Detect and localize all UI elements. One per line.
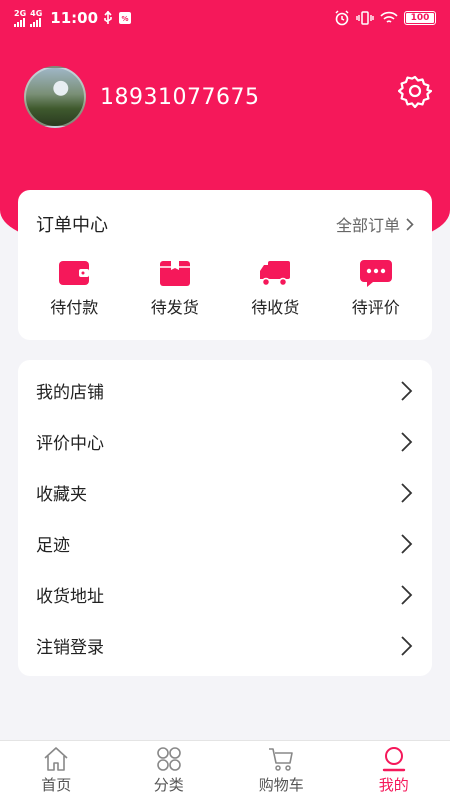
chevron-right-icon	[401, 584, 413, 605]
chevron-right-icon	[401, 482, 413, 503]
chevron-right-icon	[401, 431, 413, 452]
order-pending-shipment[interactable]: 待发货	[130, 258, 220, 318]
tab-label: 我的	[378, 776, 409, 794]
chevron-right-icon	[401, 380, 413, 401]
menu-item-my-shop[interactable]: 我的店铺	[18, 365, 432, 416]
signal-4g-icon: 4G	[30, 9, 42, 27]
tab-label: 首页	[41, 776, 72, 794]
tab-home[interactable]: 首页	[0, 741, 113, 800]
order-item-label: 待收货	[251, 298, 300, 317]
menu-item-label: 收货地址	[36, 587, 104, 607]
order-center-card: 订单中心 全部订单 待付款 待发货 待收货 待评价	[18, 190, 432, 340]
status-time: 11:00	[50, 9, 99, 27]
menu-card: 我的店铺 评价中心 收藏夹 足迹 收货地址 注销登录	[18, 360, 432, 676]
package-icon	[159, 261, 190, 286]
tab-label: 购物车	[258, 776, 304, 794]
status-bar: 2G 4G 11:00 % 100	[0, 0, 450, 36]
menu-item-review-center[interactable]: 评价中心	[18, 416, 432, 467]
usb-icon	[104, 10, 112, 24]
menu-item-history[interactable]: 足迹	[18, 518, 432, 569]
bottom-tab-bar: 首页 分类 购物车 我的	[0, 740, 450, 800]
signal-2g-icon: 2G	[14, 9, 26, 27]
notification-icon: %	[119, 12, 132, 24]
vibrate-icon	[356, 11, 374, 25]
order-item-label: 待付款	[50, 298, 99, 317]
chat-bubble-icon	[359, 260, 392, 287]
menu-item-address[interactable]: 收货地址	[18, 569, 432, 620]
menu-item-label: 我的店铺	[36, 383, 104, 403]
category-icon	[156, 747, 181, 771]
order-item-label: 待评价	[351, 298, 400, 317]
menu-item-label: 收藏夹	[36, 485, 87, 505]
chevron-right-icon	[406, 217, 414, 231]
alarm-icon	[335, 10, 349, 26]
all-orders-label: 全部订单	[335, 216, 400, 235]
chevron-right-icon	[401, 533, 413, 554]
tab-label: 分类	[153, 776, 184, 794]
wallet-icon	[59, 261, 90, 285]
svg-text:%: %	[122, 15, 129, 23]
order-center-title: 订单中心	[36, 215, 108, 236]
menu-item-favorites[interactable]: 收藏夹	[18, 467, 432, 518]
profile-phone: 18931077675	[100, 84, 260, 110]
all-orders-link[interactable]: 全部订单	[336, 212, 414, 236]
tab-category[interactable]: 分类	[113, 741, 226, 800]
wifi-icon	[380, 11, 398, 23]
order-item-label: 待发货	[150, 298, 199, 317]
order-pending-review[interactable]: 待评价	[331, 258, 421, 318]
profile-icon	[382, 747, 405, 772]
tab-cart[interactable]: 购物车	[225, 741, 338, 800]
settings-gear-icon[interactable]	[398, 74, 432, 108]
chevron-right-icon	[401, 635, 413, 656]
profile-section[interactable]: 18931077675	[24, 66, 259, 128]
avatar[interactable]	[24, 66, 86, 128]
home-icon	[44, 747, 68, 771]
menu-item-label: 注销登录	[36, 638, 104, 658]
menu-item-logout[interactable]: 注销登录	[18, 620, 432, 671]
cart-icon	[269, 748, 294, 771]
order-pending-payment[interactable]: 待付款	[29, 258, 119, 318]
tab-mine[interactable]: 我的	[338, 741, 450, 800]
order-pending-receipt[interactable]: 待收货	[230, 258, 320, 318]
truck-icon	[260, 261, 291, 287]
battery-icon: 100	[404, 11, 436, 25]
menu-item-label: 评价中心	[36, 434, 104, 454]
menu-item-label: 足迹	[36, 536, 70, 556]
